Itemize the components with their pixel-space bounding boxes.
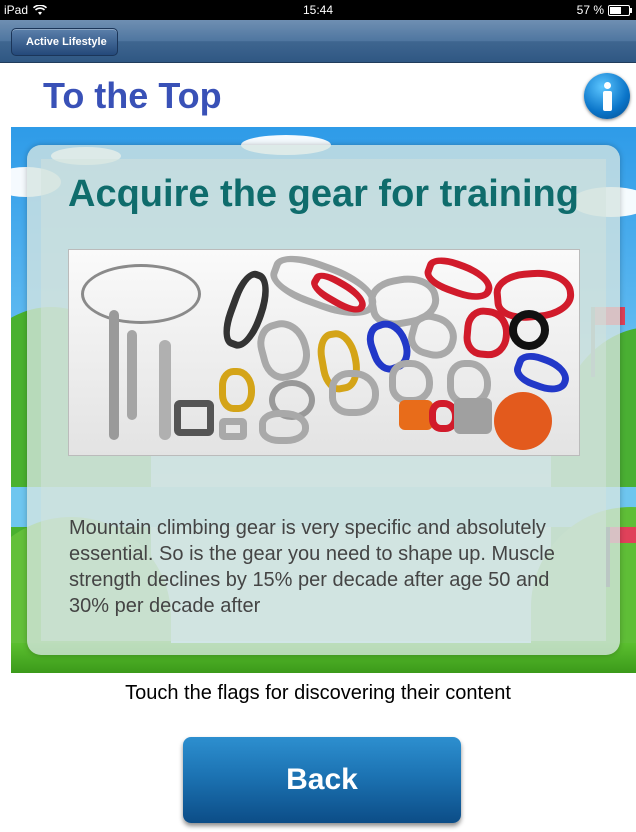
wire-hanger [81, 264, 201, 324]
status-bar: iPad 15:44 57 % [0, 0, 636, 20]
pulley [494, 392, 552, 450]
card-body-text: Mountain climbing gear is very specific … [69, 517, 555, 617]
carabiner [509, 347, 575, 399]
info-card: Acquire the gear for training Mountain c… [27, 145, 620, 655]
turnbuckle [109, 310, 119, 440]
figure-eight-descender [509, 310, 549, 350]
back-button[interactable]: Back [183, 737, 461, 823]
carabiner [329, 370, 379, 416]
card-title: Acquire the gear for training [68, 173, 579, 215]
buckle [219, 418, 247, 440]
carabiner [389, 360, 433, 404]
eye-bolt [127, 330, 137, 420]
climbing-gear-photo [68, 249, 580, 456]
page-title: To the Top [43, 75, 222, 116]
info-icon[interactable] [584, 73, 630, 119]
buckle [399, 400, 433, 430]
hint-text: Touch the flags for discovering their co… [125, 682, 511, 704]
battery-percent: 57 % [576, 3, 604, 17]
hook [454, 398, 492, 434]
page-header: To the Top [11, 63, 636, 127]
d-ring [259, 410, 309, 444]
carabiner [252, 314, 316, 386]
nav-back-button[interactable]: Active Lifestyle [11, 28, 118, 56]
battery-icon [608, 4, 632, 16]
bolt [159, 340, 171, 440]
carabiner [219, 368, 255, 412]
navigation-bar: Active Lifestyle [0, 20, 636, 63]
buckle [174, 400, 214, 436]
status-right: 57 % [576, 3, 632, 17]
scene-background: Acquire the gear for training Mountain c… [11, 127, 636, 673]
status-time: 15:44 [302, 3, 334, 17]
